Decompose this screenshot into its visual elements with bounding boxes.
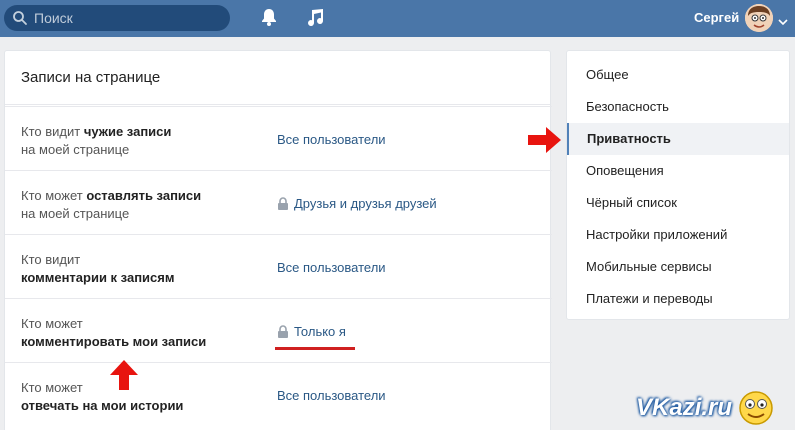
label-text: на моей странице — [21, 206, 130, 221]
lock-icon — [277, 325, 289, 338]
setting-row-comments-visibility: Кто видит комментарии к записям Все поль… — [5, 234, 552, 298]
label-bold: комментировать мои записи — [21, 334, 207, 349]
setting-value[interactable]: Друзья и друзья друзей — [294, 196, 437, 211]
label-text: Кто видит — [21, 124, 84, 139]
setting-row-leave-posts: Кто может оставлять записи на моей стран… — [5, 170, 552, 234]
menu-item-blacklist[interactable]: Чёрный список — [567, 187, 789, 219]
setting-value[interactable]: Только я — [294, 324, 346, 339]
setting-row-comment-my-posts: Кто может комментировать мои записи Толь… — [5, 298, 552, 362]
watermark: VKazi.ru — [636, 386, 795, 430]
label-text: Кто может — [21, 188, 87, 203]
setting-row-other-posts: Кто видит чужие записи на моей странице … — [5, 106, 552, 170]
label-bold: отвечать на мои истории — [21, 398, 184, 413]
menu-item-privacy[interactable]: Приватность — [567, 123, 789, 155]
setting-value-link[interactable]: Все пользователи — [277, 388, 386, 403]
watermark-text: VKazi.ru — [636, 394, 733, 421]
setting-label: Кто может комментировать мои записи — [21, 315, 261, 351]
chevron-down-icon[interactable] — [778, 13, 788, 26]
setting-label: Кто может оставлять записи на моей стран… — [21, 187, 261, 223]
search-box[interactable] — [4, 5, 230, 31]
top-bar: Сергей — [0, 0, 795, 37]
setting-value-link[interactable]: Все пользователи — [277, 132, 386, 147]
setting-label: Кто может отвечать на мои истории — [21, 379, 261, 415]
setting-value-link[interactable]: Все пользователи — [277, 260, 386, 275]
menu-item-mobile-services[interactable]: Мобильные сервисы — [567, 251, 789, 283]
bell-icon[interactable] — [259, 7, 279, 27]
label-text: на моей странице — [21, 142, 130, 157]
section-title: Записи на странице — [5, 51, 550, 105]
settings-menu: Общее Безопасность Приватность Оповещени… — [566, 50, 790, 320]
label-text: Кто может — [21, 316, 83, 331]
music-icon[interactable] — [305, 7, 325, 27]
setting-value-link[interactable]: Друзья и друзья друзей — [277, 196, 437, 211]
menu-item-notifications[interactable]: Оповещения — [567, 155, 789, 187]
setting-label: Кто видит чужие записи на моей странице — [21, 123, 261, 159]
setting-value-link[interactable]: Только я — [277, 324, 346, 339]
lock-icon — [277, 197, 289, 210]
setting-value[interactable]: Все пользователи — [277, 388, 386, 403]
menu-item-payments[interactable]: Платежи и переводы — [567, 283, 789, 315]
setting-label: Кто видит комментарии к записям — [21, 251, 261, 287]
label-bold: оставлять записи — [86, 188, 202, 203]
setting-row-reply-stories: Кто может отвечать на мои истории Все по… — [5, 362, 552, 426]
avatar[interactable] — [745, 4, 773, 32]
label-text: Кто видит — [21, 252, 81, 267]
label-bold: комментарии к записям — [21, 270, 175, 285]
smiley-icon — [738, 390, 774, 426]
red-arrow-up-icon — [110, 360, 138, 390]
red-underline-annotation — [275, 347, 355, 350]
setting-value[interactable]: Все пользователи — [277, 132, 386, 147]
menu-item-security[interactable]: Безопасность — [567, 91, 789, 123]
search-input[interactable] — [34, 10, 214, 26]
menu-item-general[interactable]: Общее — [567, 59, 789, 91]
setting-value[interactable]: Все пользователи — [277, 260, 386, 275]
label-text: Кто может — [21, 380, 83, 395]
username[interactable]: Сергей — [694, 10, 739, 25]
search-icon — [12, 10, 28, 26]
label-bold: чужие записи — [83, 124, 172, 139]
menu-item-app-settings[interactable]: Настройки приложений — [567, 219, 789, 251]
red-arrow-right-icon — [528, 127, 561, 153]
privacy-card: Записи на странице Кто видит чужие запис… — [4, 50, 552, 430]
